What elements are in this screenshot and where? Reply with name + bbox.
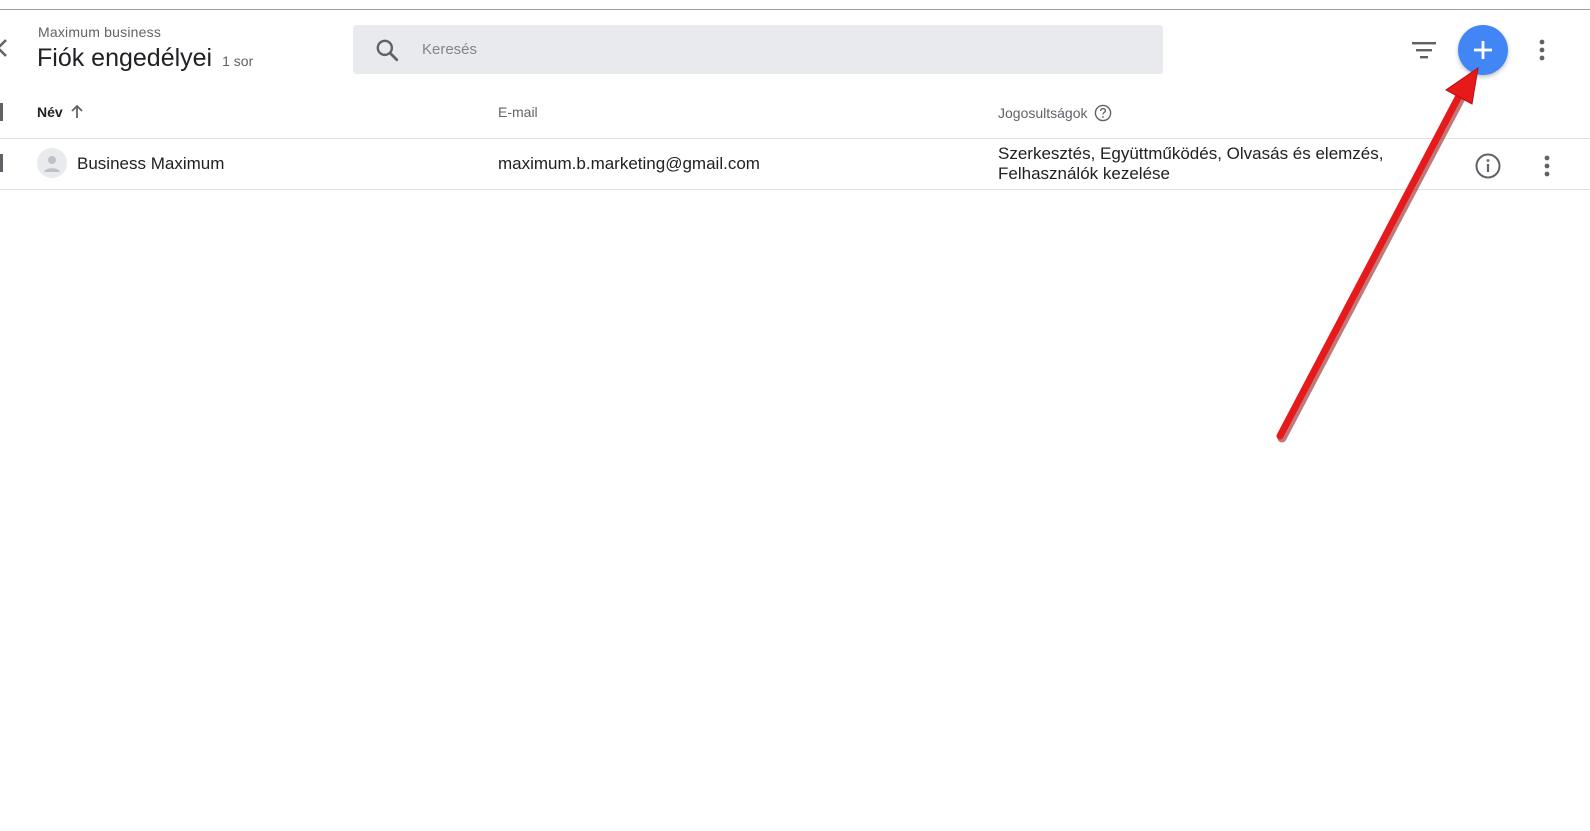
help-icon[interactable] bbox=[1094, 104, 1112, 122]
column-header-permissions[interactable]: Jogosultságok bbox=[998, 104, 1112, 122]
more-options-button[interactable] bbox=[1530, 36, 1554, 64]
select-all-checkbox[interactable] bbox=[0, 103, 3, 121]
back-arrow-icon[interactable] bbox=[0, 38, 8, 58]
top-divider bbox=[0, 9, 1590, 10]
row-checkbox[interactable] bbox=[0, 154, 3, 172]
more-vert-icon bbox=[1544, 155, 1550, 177]
row-count: 1 sor bbox=[222, 53, 254, 69]
header-divider bbox=[0, 138, 1590, 139]
permissions-line-2: Felhasználók kezelése bbox=[998, 164, 1170, 183]
user-name: Business Maximum bbox=[77, 154, 225, 173]
column-label-permissions: Jogosultságok bbox=[998, 105, 1088, 121]
annotation-arrow bbox=[1276, 66, 1479, 443]
sort-arrow-up-icon bbox=[71, 105, 83, 118]
column-label-email: E-mail bbox=[498, 104, 538, 120]
search-icon bbox=[376, 39, 399, 61]
filter-button[interactable] bbox=[1408, 36, 1440, 64]
column-header-name[interactable]: Név bbox=[37, 104, 84, 120]
row-more-options-button[interactable] bbox=[1535, 152, 1559, 180]
plus-icon bbox=[1474, 41, 1492, 59]
column-label-name: Név bbox=[37, 104, 63, 120]
person-icon bbox=[44, 156, 60, 172]
column-header-email[interactable]: E-mail bbox=[498, 104, 538, 120]
page-header: Fiók engedélyei 1 sor bbox=[37, 44, 253, 73]
account-name: Maximum business bbox=[38, 24, 162, 40]
row-divider bbox=[0, 189, 1590, 190]
user-permissions: Szerkesztés, Együttműködés, Olvasás és e… bbox=[998, 144, 1418, 184]
add-button[interactable] bbox=[1458, 25, 1508, 75]
permissions-line-1: Szerkesztés, Együttműködés, Olvasás és e… bbox=[998, 144, 1384, 163]
info-icon[interactable] bbox=[1473, 151, 1503, 181]
filter-icon bbox=[1412, 42, 1436, 59]
search-input[interactable] bbox=[420, 40, 1124, 59]
user-email: maximum.b.marketing@gmail.com bbox=[498, 154, 760, 173]
page-title: Fiók engedélyei bbox=[37, 44, 213, 72]
more-vert-icon bbox=[1539, 39, 1545, 61]
avatar bbox=[37, 148, 67, 178]
search-bar[interactable] bbox=[353, 25, 1163, 74]
